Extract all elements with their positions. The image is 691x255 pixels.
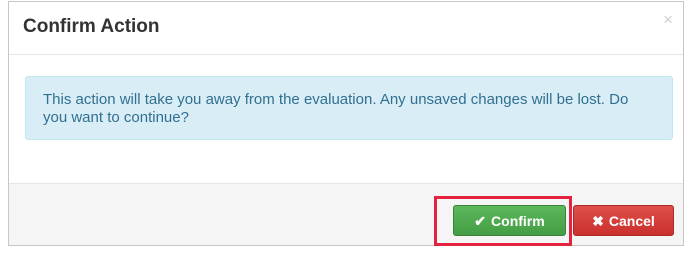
dialog-footer: ✔ Confirm ✖ Cancel (9, 183, 683, 246)
cancel-button[interactable]: ✖ Cancel (573, 205, 674, 236)
confirm-button[interactable]: ✔ Confirm (453, 205, 566, 236)
close-button[interactable]: × (663, 11, 673, 29)
dialog-body: This action will take you away from the … (9, 55, 683, 183)
dialog-header: Confirm Action × (9, 2, 683, 55)
confirm-action-dialog: Confirm Action × This action will take y… (8, 1, 684, 246)
x-icon: ✖ (592, 212, 604, 229)
info-alert: This action will take you away from the … (25, 76, 673, 140)
confirm-button-label: Confirm (491, 212, 545, 229)
checkmark-icon: ✔ (474, 212, 487, 229)
dialog-title: Confirm Action (23, 16, 160, 37)
alert-message: This action will take you away from the … (43, 91, 629, 126)
cancel-button-label: Cancel (608, 212, 655, 229)
